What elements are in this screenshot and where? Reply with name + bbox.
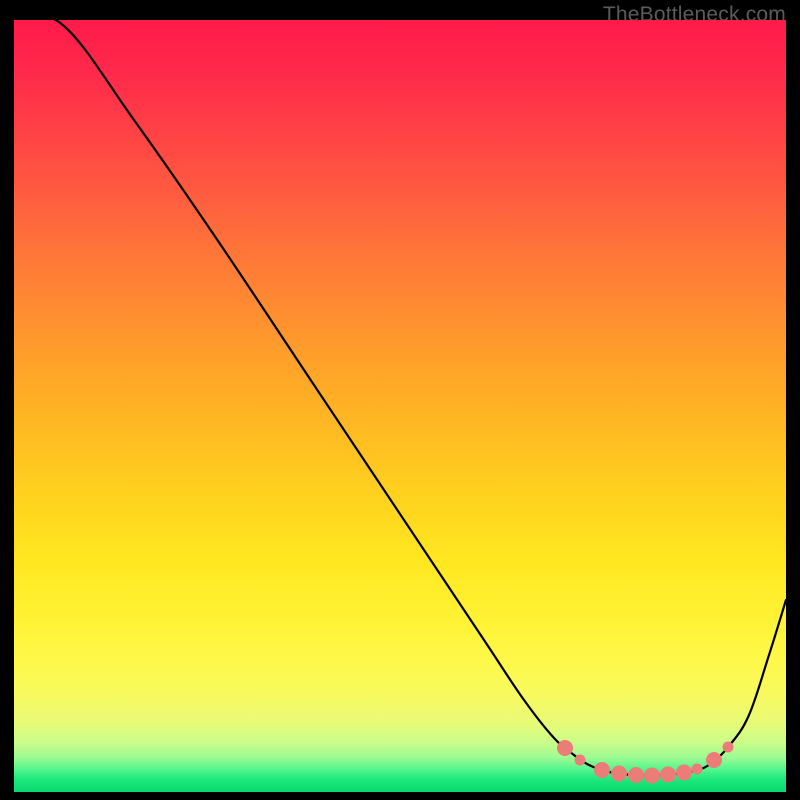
curve-marker xyxy=(575,755,586,766)
curve-marker xyxy=(660,767,676,783)
bottleneck-curve xyxy=(14,20,786,775)
chart-gradient-plot xyxy=(14,20,786,792)
curve-markers xyxy=(557,740,734,784)
curve-marker xyxy=(594,762,610,778)
curve-marker xyxy=(611,766,627,782)
chart-svg xyxy=(14,20,786,792)
curve-marker xyxy=(644,768,660,784)
curve-marker xyxy=(723,742,734,753)
curve-marker xyxy=(628,767,644,783)
chart-frame: TheBottleneck.com xyxy=(0,0,800,800)
curve-marker xyxy=(557,740,573,756)
curve-marker xyxy=(676,765,692,781)
curve-marker xyxy=(706,752,722,768)
curve-marker xyxy=(692,764,703,775)
